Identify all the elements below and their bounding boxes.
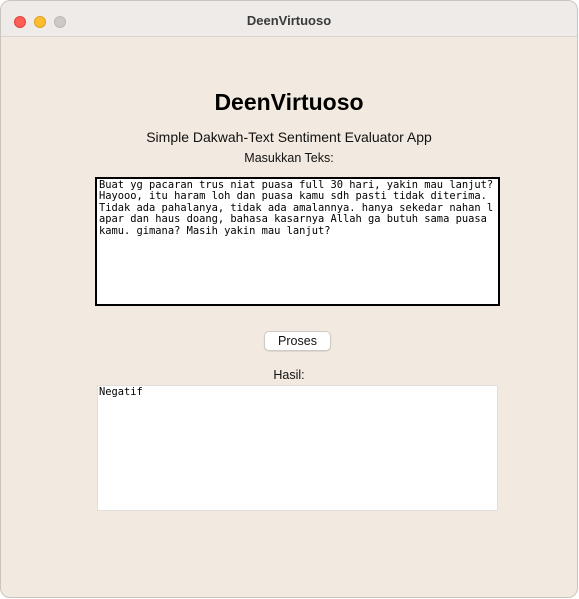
process-button[interactable]: Proses	[264, 331, 331, 351]
result-output[interactable]: Negatif	[97, 385, 498, 511]
title-bar: DeenVirtuoso	[1, 1, 577, 37]
app-subtitle: Simple Dakwah-Text Sentiment Evaluator A…	[146, 129, 432, 145]
text-input[interactable]: Buat yg pacaran trus niat puasa full 30 …	[95, 177, 500, 306]
app-title: DeenVirtuoso	[214, 89, 364, 115]
app-window: DeenVirtuoso DeenVirtuoso Simple Dakwah-…	[0, 0, 578, 598]
result-label: Hasil:	[273, 368, 305, 382]
input-label: Masukkan Teks:	[244, 151, 334, 165]
window-title: DeenVirtuoso	[246, 13, 332, 28]
